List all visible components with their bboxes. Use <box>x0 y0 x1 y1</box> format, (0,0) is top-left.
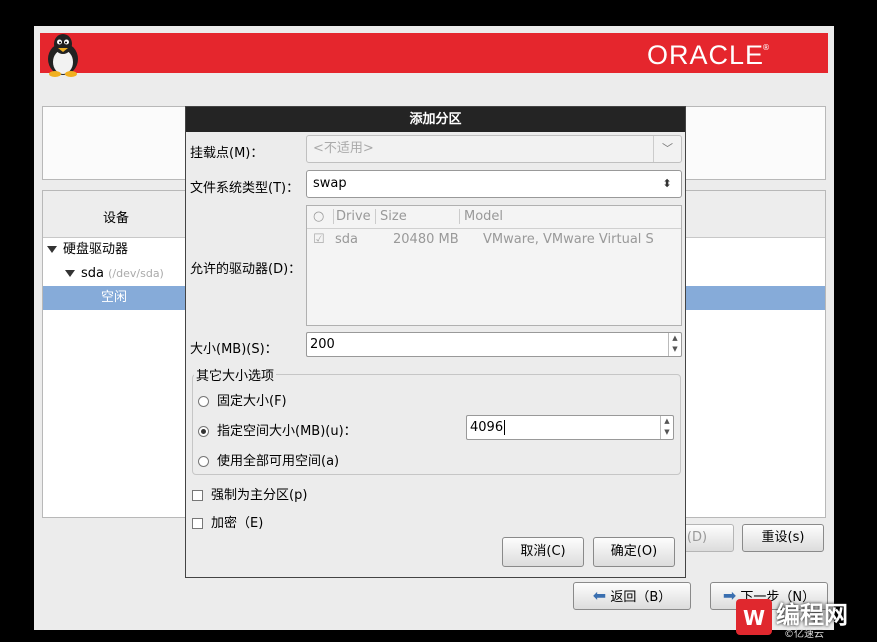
header-radio-icon: ○ <box>313 209 325 224</box>
tree-item-label: 空闲 <box>101 290 128 305</box>
checkbox-icon[interactable] <box>192 490 203 501</box>
fs-type-combo[interactable]: swap ⬍ <box>306 170 682 198</box>
size-value: 200 <box>310 337 335 352</box>
drive-size: 20480 MB <box>393 232 459 247</box>
device-path: (/dev/sda) <box>108 267 164 280</box>
upto-size-label: 指定空间大小(MB)(u)： <box>217 424 357 439</box>
radio-selected-icon[interactable] <box>198 426 209 437</box>
mount-point-value: <不适用> <box>313 141 374 156</box>
tree-item-label: sda <box>81 266 104 281</box>
arrow-right-icon: ➡ <box>722 586 737 605</box>
drive-row[interactable]: ☑ sda 20480 MB VMware, VMware Virtual S <box>307 229 681 253</box>
chevron-down-icon: ﹀ <box>653 136 681 162</box>
spin-arrows-icon[interactable]: ▲ ▼ <box>668 333 681 356</box>
watermark: W 编程网 ©亿速云 <box>736 595 870 640</box>
updown-icon: ⬍ <box>662 177 672 190</box>
size-label: 大小(MB)(S)： <box>190 342 278 357</box>
mount-point-combo[interactable]: <不适用> ﹀ <box>306 135 682 163</box>
add-partition-dialog: 添加分区 挂载点(M)： <不适用> ﹀ 文件系统类型(T)： swap ⬍ 允… <box>185 106 686 578</box>
encrypt-checkbox[interactable]: 加密（E) <box>192 512 263 531</box>
radio-icon[interactable] <box>198 396 209 407</box>
fill-all-label: 使用全部可用空间(a) <box>217 454 340 469</box>
size-spinbox[interactable]: 200 ▲ ▼ <box>306 332 682 357</box>
radio-icon[interactable] <box>198 456 209 467</box>
column-device-label: 设备 <box>103 211 130 226</box>
oracle-banner: ORACLE ® <box>40 33 828 77</box>
tux-logo-icon <box>48 34 78 77</box>
cancel-button[interactable]: 取消(C) <box>502 537 584 567</box>
back-button[interactable]: ⬅ 返回（B） <box>573 582 691 610</box>
dialog-title: 添加分区 <box>186 107 685 132</box>
drives-label: 允许的驱动器(D)： <box>190 262 302 277</box>
drive-model: VMware, VMware Virtual S <box>483 232 654 247</box>
force-primary-label: 强制为主分区(p) <box>211 488 308 503</box>
back-label: 返回（B） <box>610 590 672 605</box>
expander-icon[interactable] <box>65 270 75 277</box>
col-model[interactable]: Model <box>459 209 503 224</box>
checkbox-checked-icon[interactable]: ☑ <box>313 232 325 247</box>
drives-table[interactable]: ○ Drive Size Model ☑ sda 20480 MB VMware… <box>306 205 682 326</box>
tree-item-label: 硬盘驱动器 <box>63 242 129 257</box>
fs-type-label: 文件系统类型(T)： <box>190 181 300 196</box>
checkbox-icon[interactable] <box>192 518 203 529</box>
text-cursor <box>504 420 506 435</box>
fixed-size-label: 固定大小(F) <box>217 394 287 409</box>
drive-name: sda <box>335 232 358 247</box>
other-size-options-legend: 其它大小选项 <box>194 365 277 384</box>
expander-icon[interactable] <box>47 246 57 253</box>
reset-button[interactable]: 重设(s) <box>742 524 824 552</box>
watermark-logo-icon: W <box>736 599 772 635</box>
col-size[interactable]: Size <box>375 209 457 224</box>
watermark-subtext: ©亿速云 <box>784 629 824 640</box>
col-drive[interactable]: Drive <box>333 209 371 224</box>
force-primary-checkbox[interactable]: 强制为主分区(p) <box>192 484 307 503</box>
encrypt-label: 加密（E) <box>211 516 264 531</box>
registered-mark: ® <box>762 43 770 52</box>
svg-text:W: W <box>743 606 765 630</box>
upto-size-value: 4096 <box>470 420 504 435</box>
oracle-logo: ORACLE <box>646 40 764 70</box>
fs-type-value: swap <box>313 176 347 191</box>
ok-button[interactable]: 确定(O) <box>593 537 675 567</box>
spin-arrows-icon[interactable]: ▲ ▼ <box>660 416 673 439</box>
fill-all-option[interactable]: 使用全部可用空间(a) <box>198 450 339 469</box>
arrow-left-icon: ⬅ <box>592 586 607 605</box>
upto-size-spinbox[interactable]: 4096 ▲ ▼ <box>466 415 674 440</box>
mount-point-label: 挂载点(M)： <box>190 146 264 161</box>
upto-size-option[interactable]: 指定空间大小(MB)(u)： <box>198 420 357 439</box>
fixed-size-option[interactable]: 固定大小(F) <box>198 390 287 409</box>
drives-table-header: ○ Drive Size Model <box>307 206 681 229</box>
